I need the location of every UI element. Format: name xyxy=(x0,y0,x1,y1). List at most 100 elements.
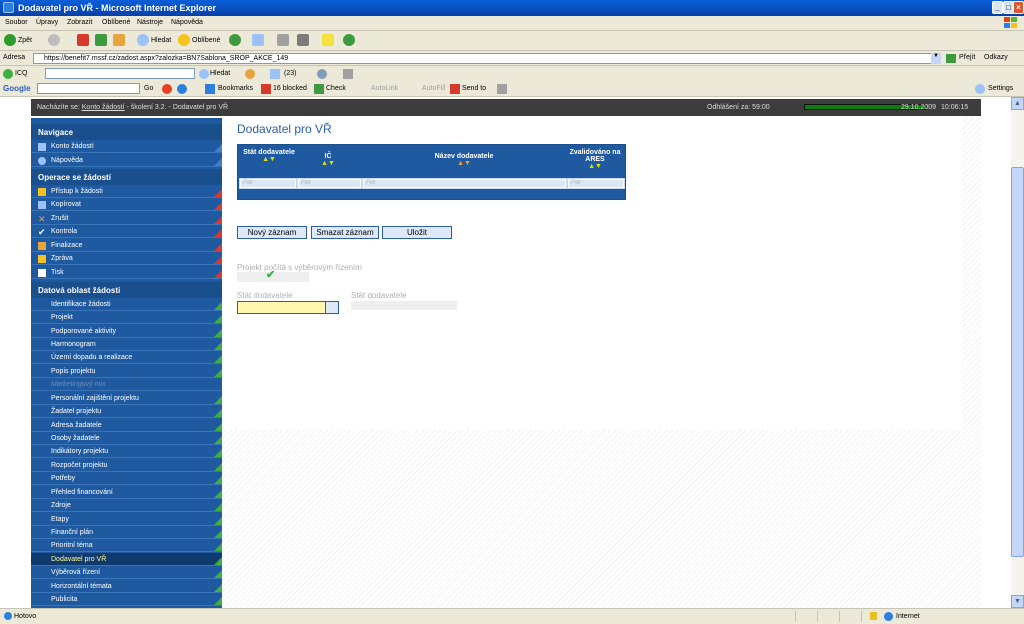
sidebar-item-projekt[interactable]: Projekt xyxy=(31,311,222,325)
session-date: 29.10.2009 xyxy=(901,104,937,111)
sidebar-item-potreby[interactable]: Potřeby xyxy=(31,472,222,486)
links-button[interactable]: Odkazy xyxy=(984,54,1008,61)
new-record-button[interactable]: Nový záznam xyxy=(237,226,307,239)
google-autolink-button[interactable]: AutoLink xyxy=(371,85,398,92)
sidebar-item-popis-projektu[interactable]: Popis projektu xyxy=(31,365,222,379)
vertical-scrollbar[interactable]: ▲ ▼ xyxy=(1011,97,1024,608)
sidebar-item-zdroje[interactable]: Zdroje xyxy=(31,499,222,513)
column-header-ic[interactable]: IČ ▲▼ xyxy=(298,153,358,167)
sidebar-item-zprava[interactable]: Zpráva xyxy=(31,252,222,266)
go-button[interactable]: Přejít xyxy=(959,54,975,61)
mail-button[interactable] xyxy=(252,34,266,48)
delete-record-button[interactable]: Smazat záznam xyxy=(311,226,379,239)
icq-status-icon[interactable] xyxy=(245,69,255,79)
sidebar-item-personalni-zajisteni[interactable]: Personální zajištění projektu xyxy=(31,392,222,406)
refresh-button[interactable] xyxy=(95,34,109,48)
column-header-zvalidovano[interactable]: Zvalidováno na ARES ▲▼ xyxy=(566,149,624,170)
sidebar-item-publicita[interactable]: Publicita xyxy=(31,593,222,607)
highlighter-icon[interactable] xyxy=(497,84,507,94)
google-autofill-button[interactable]: AutoFill xyxy=(422,85,445,92)
sidebar-item-prioritni-tema[interactable]: Prioritní téma xyxy=(31,539,222,553)
sidebar-item-adresa-zadatele[interactable]: Adresa žadatele xyxy=(31,419,222,433)
sidebar-item-indikatory[interactable]: Indikátory projektu xyxy=(31,445,222,459)
search-button[interactable]: Hledat xyxy=(137,34,171,48)
google-search-input[interactable] xyxy=(37,83,140,94)
sidebar-item-harmonogram[interactable]: Harmonogram xyxy=(31,338,222,352)
icq-search-button[interactable]: Hledat xyxy=(210,70,230,77)
scroll-thumb[interactable] xyxy=(1011,167,1024,557)
popup-blocked-count[interactable]: 16 blocked xyxy=(273,85,307,92)
google-go-button[interactable]: Go xyxy=(144,85,153,92)
sidebar-item-kontrola[interactable]: ✔ Kontrola xyxy=(31,225,222,239)
sidebar-item-dodavatel-pro-vr[interactable]: Dodavatel pro VŘ xyxy=(31,553,222,567)
scroll-down-icon[interactable]: ▼ xyxy=(1011,595,1024,608)
sidebar-item-zadatel-projektu[interactable]: Žadatel projektu xyxy=(31,405,222,419)
icq-label[interactable]: ICQ xyxy=(15,70,27,77)
icq-contacts-icon[interactable] xyxy=(317,69,327,79)
sidebar-item-pristup[interactable]: Přístup k žádosti xyxy=(31,185,222,199)
sidebar-item-konto-zadosti[interactable]: Konto žádostí xyxy=(31,140,222,154)
filter-nazev-input[interactable]: Filtr xyxy=(363,179,566,188)
supplier-country-label: Stát dodavatele xyxy=(237,291,293,300)
back-button[interactable]: Zpět xyxy=(4,34,32,48)
sidebar-item-podporovane-aktivity[interactable]: Podporované aktivity xyxy=(31,325,222,339)
address-dropdown-icon[interactable]: ▼ xyxy=(931,53,941,64)
icq-search-input[interactable] xyxy=(45,68,195,79)
messenger-button[interactable] xyxy=(343,34,357,48)
sidebar-item-finalizace[interactable]: Finalizace xyxy=(31,239,222,253)
home-button[interactable] xyxy=(113,34,127,48)
sidebar-item-financni-plan[interactable]: Finanční plán xyxy=(31,526,222,540)
sidebar-item-rozpocet[interactable]: Rozpočet projektu xyxy=(31,459,222,473)
sidebar-item-tisk[interactable]: Tisk xyxy=(31,266,222,280)
stop-button[interactable] xyxy=(77,34,91,48)
column-header-nazev[interactable]: Název dodavatele ▲▼ xyxy=(363,153,565,167)
sort-arrows-icon[interactable]: ▲▼ xyxy=(298,160,358,167)
icq-count[interactable]: (23) xyxy=(284,70,296,77)
supplier-country-input[interactable] xyxy=(237,301,339,314)
sort-arrows-icon[interactable]: ▲▼ xyxy=(363,160,565,167)
calendar-icon[interactable] xyxy=(325,302,338,313)
minimize-button[interactable]: _ xyxy=(992,1,1003,14)
menu-zobrazit[interactable]: Zobrazit xyxy=(67,19,92,26)
close-button[interactable]: × xyxy=(1013,1,1024,14)
sidebar-item-kopirovat[interactable]: Kopírovat xyxy=(31,198,222,212)
sidebar-item-uzemi-dopadu[interactable]: Území dopadu a realizace xyxy=(31,351,222,365)
menu-nastroje[interactable]: Nástroje xyxy=(137,19,163,26)
notes-button[interactable] xyxy=(322,34,336,48)
menu-oblibene[interactable]: Oblíbené xyxy=(102,19,130,26)
column-header-stat[interactable]: Stát dodavatele ▲▼ xyxy=(242,149,296,163)
menu-napoveda[interactable]: Nápověda xyxy=(171,19,203,26)
menu-upravy[interactable]: Úpravy xyxy=(36,19,58,26)
favorites-button[interactable]: Oblíbené xyxy=(178,34,220,48)
google-check-button[interactable]: Check xyxy=(326,85,346,92)
sidebar-item-prehled-financovani[interactable]: Přehled financování xyxy=(31,486,222,500)
filter-ares-input[interactable]: Filtr xyxy=(568,179,624,188)
sort-arrows-icon[interactable]: ▲▼ xyxy=(566,163,624,170)
print-button[interactable] xyxy=(277,34,291,48)
sidebar-item-napoveda[interactable]: Nápověda xyxy=(31,154,222,168)
google-bookmarks-button[interactable]: Bookmarks xyxy=(218,85,253,92)
save-button[interactable]: Uložit xyxy=(382,226,452,239)
sidebar-item-etapy[interactable]: Etapy xyxy=(31,513,222,527)
google-settings-button[interactable]: Settings xyxy=(988,85,1013,92)
icq-settings-icon[interactable] xyxy=(343,69,353,79)
sidebar-header-navigace: Navigace xyxy=(31,124,222,140)
sidebar-item-zrusit[interactable]: ✕ Zrušit xyxy=(31,212,222,226)
scroll-up-icon[interactable]: ▲ xyxy=(1011,97,1024,110)
filter-stat-input[interactable]: Filtr xyxy=(240,179,296,188)
sidebar-item-horizontalni-temata[interactable]: Horizontální témata xyxy=(31,580,222,594)
menu-soubor[interactable]: Soubor xyxy=(5,19,28,26)
forward-button[interactable] xyxy=(48,34,62,48)
page-icon xyxy=(4,612,12,620)
edit-button[interactable] xyxy=(297,34,311,48)
history-button[interactable] xyxy=(229,34,243,48)
google-options-icon[interactable] xyxy=(162,84,172,94)
address-input[interactable]: https://benefit7.mssf.cz/zadost.aspx?zal… xyxy=(33,53,941,64)
sidebar-item-identifikace[interactable]: Identifikace žádosti xyxy=(31,298,222,312)
google-sendto-button[interactable]: Send to xyxy=(462,85,486,92)
sidebar-item-vyberova-rizeni[interactable]: Výběrová řízení xyxy=(31,566,222,580)
breadcrumb-link-konto[interactable]: Konto žádostí xyxy=(82,104,125,111)
sidebar-item-osoby-zadatele[interactable]: Osoby žadatele xyxy=(31,432,222,446)
sort-arrows-icon[interactable]: ▲▼ xyxy=(242,156,296,163)
filter-ic-input[interactable]: Filtr xyxy=(298,179,361,188)
